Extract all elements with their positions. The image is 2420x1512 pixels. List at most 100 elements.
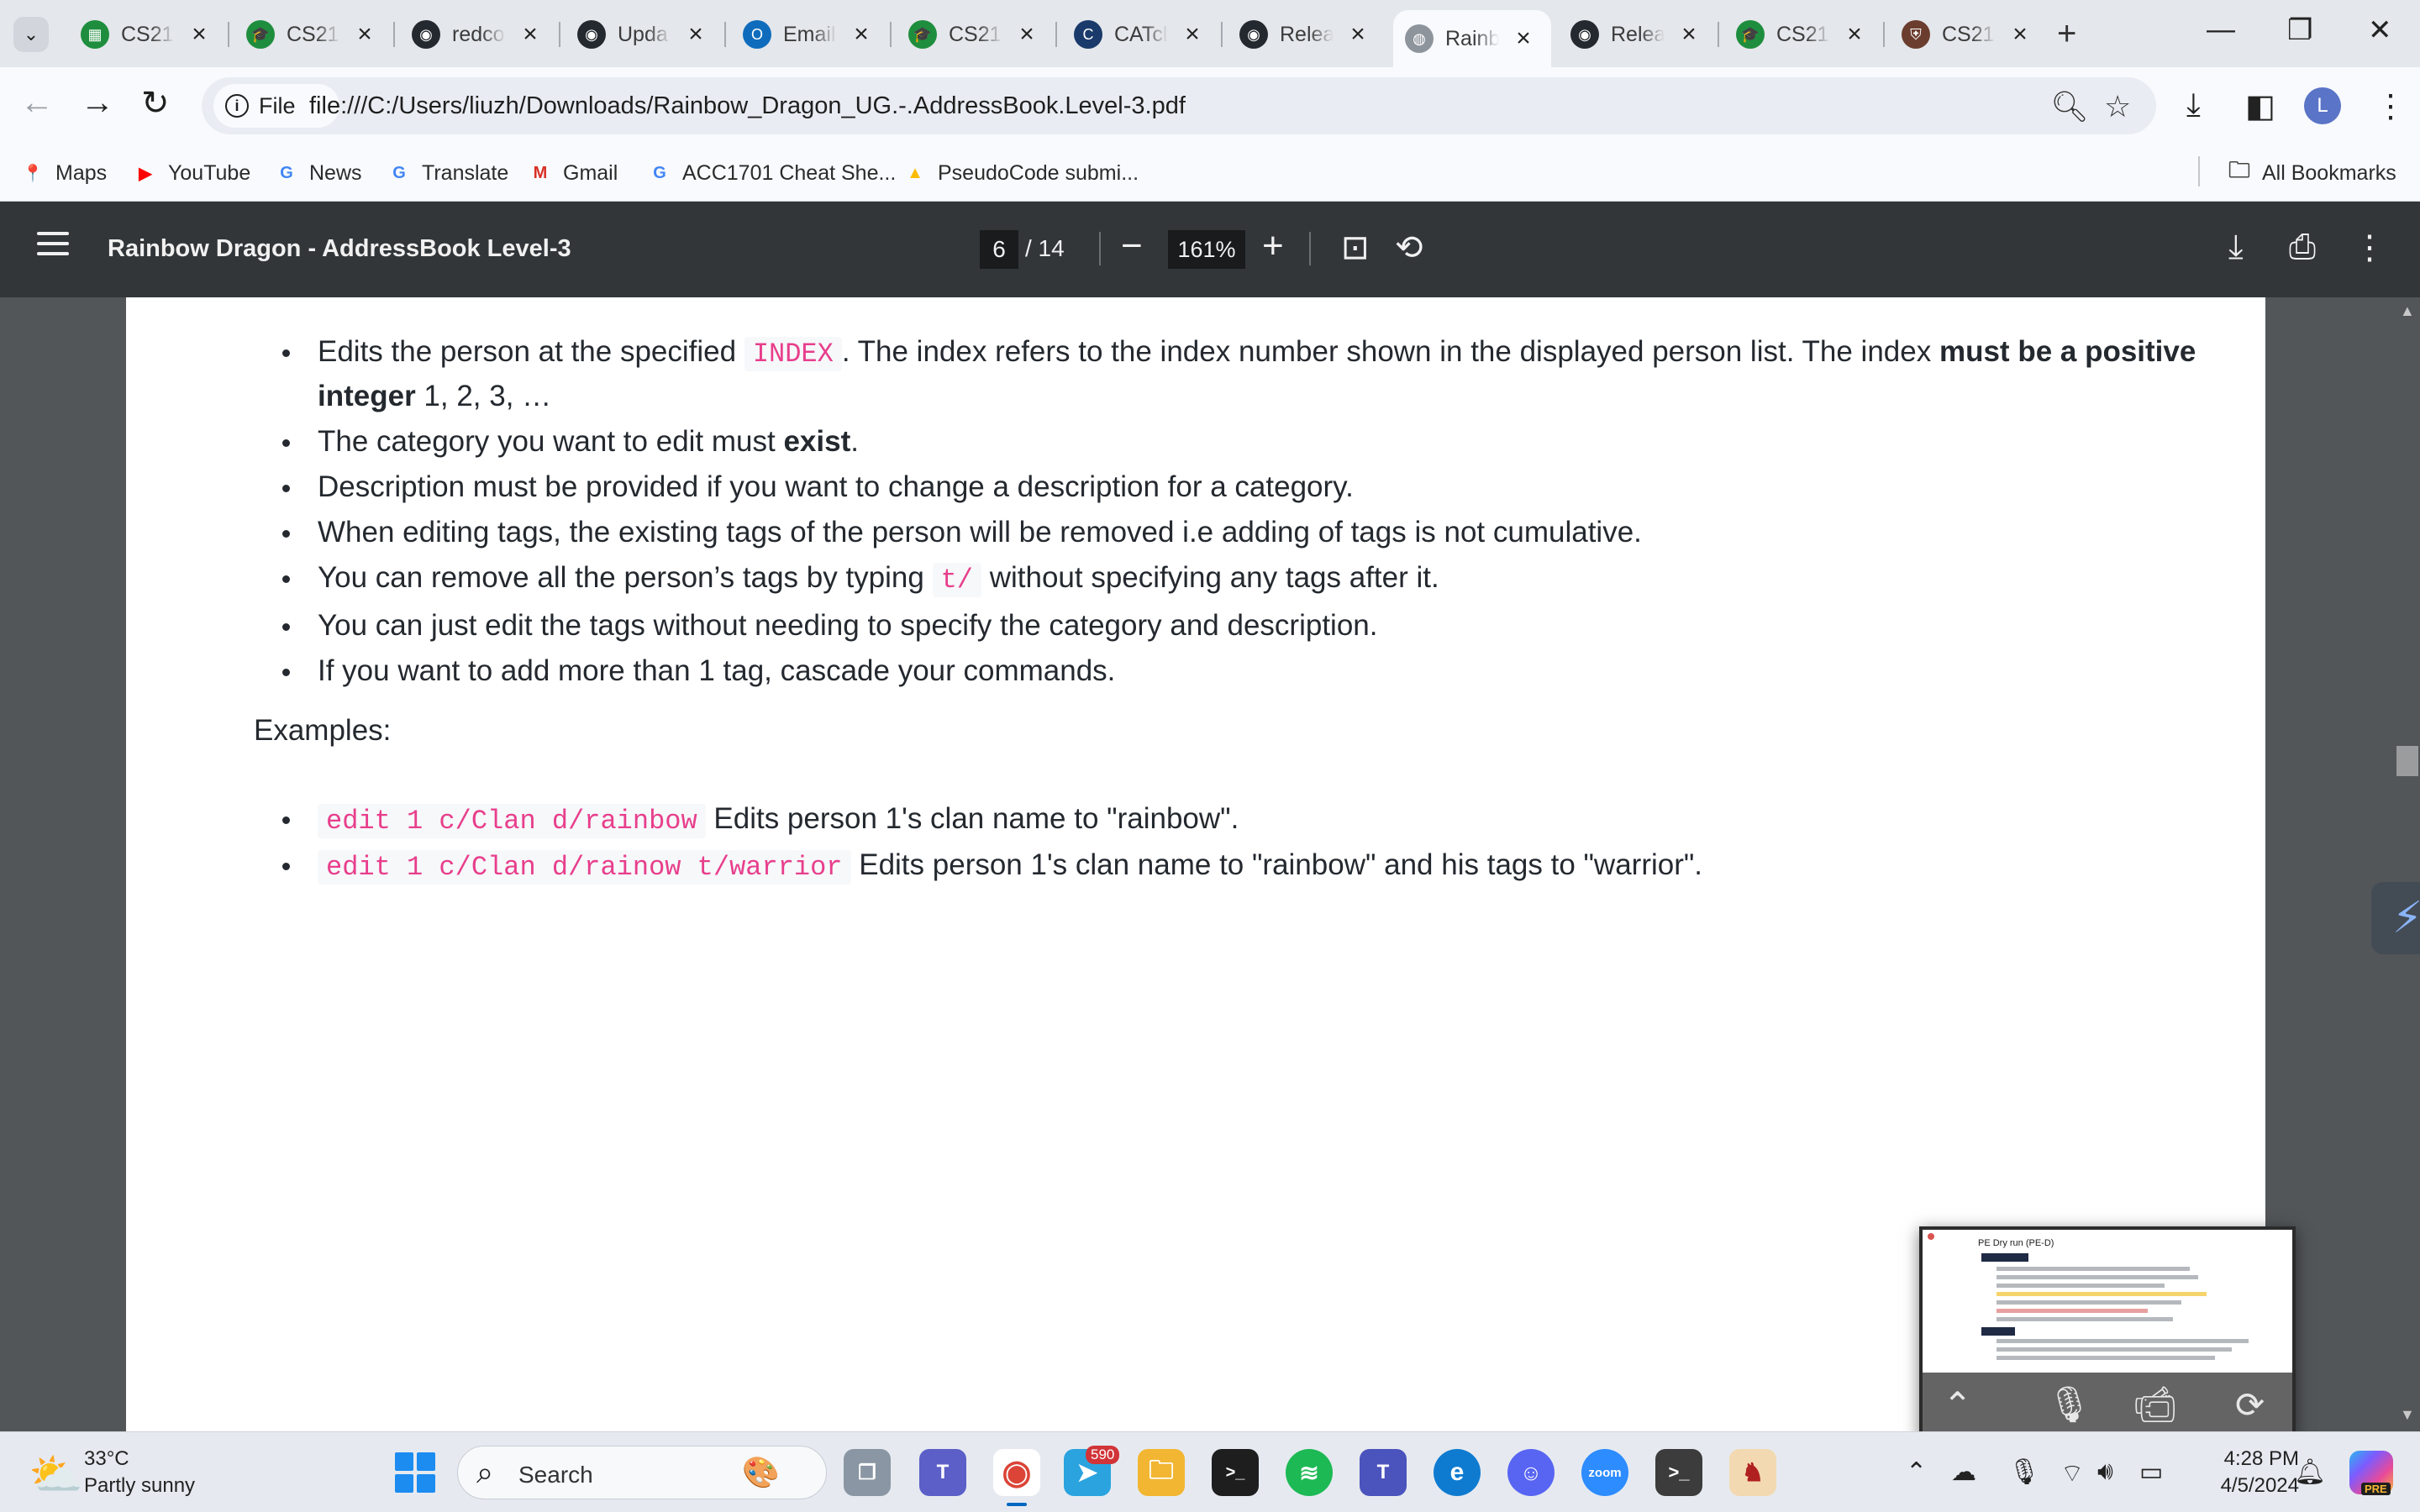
tab[interactable]: ◉ redco × <box>400 12 551 57</box>
scrollbar-thumb[interactable] <box>2396 746 2418 776</box>
side-widget-icon[interactable]: ⚡︎ <box>2371 882 2420 954</box>
spotify-icon[interactable]: ≋ <box>1286 1449 1333 1496</box>
bookmark-item[interactable]: G Translate <box>387 156 508 190</box>
back-button[interactable]: ← <box>20 84 54 122</box>
discord-icon[interactable]: ☺ <box>1507 1449 1555 1496</box>
zoom-app-icon[interactable]: zoom <box>1581 1449 1628 1496</box>
file-explorer-icon[interactable]: 🗀 <box>1138 1449 1185 1496</box>
scroll-up-arrow-icon[interactable]: ▲ <box>2400 302 2415 320</box>
tab[interactable]: ◉ Upda × <box>566 12 717 57</box>
tab[interactable]: O Email × <box>731 12 882 57</box>
rotate-icon[interactable]: ⟲ <box>1395 228 1423 267</box>
tab[interactable]: ◉ Relea × <box>1559 12 1710 57</box>
clock-time[interactable]: 4:28 PM <box>2207 1447 2299 1471</box>
minimize-button[interactable]: — <box>2207 13 2235 46</box>
teams-icon[interactable]: T <box>919 1449 966 1496</box>
task-view-icon[interactable]: ❐ <box>844 1449 891 1496</box>
tab-close-icon[interactable]: × <box>518 20 543 49</box>
browser-menu-icon[interactable]: ⋮ <box>2375 87 2407 125</box>
note-item: When editing tags, the existing tags of … <box>282 512 2250 554</box>
tab-close-icon[interactable]: × <box>2007 20 2033 49</box>
show-hidden-icons-chevron[interactable]: ⌃ <box>1906 1457 1927 1487</box>
bookmark-star-icon[interactable]: ☆ <box>2104 89 2131 124</box>
example-item: edit 1 c/Clan d/rainbow Edits person 1's… <box>282 798 2250 843</box>
address-bar[interactable]: i File file:///C:/Users/liuzh/Downloads/… <box>202 77 2156 134</box>
pdf-download-icon[interactable]: ⤓ <box>2228 228 2244 266</box>
tab-close-icon[interactable]: × <box>683 20 708 49</box>
taskbar-search[interactable]: ⌕ Search 🎨 <box>457 1446 827 1499</box>
tab-close-icon[interactable]: × <box>352 20 377 49</box>
tab-search-button[interactable]: ⌄ <box>13 17 49 52</box>
weather-condition[interactable]: Partly sunny <box>84 1474 195 1498</box>
tab[interactable]: ▦ CS21 × <box>69 12 220 57</box>
bookmark-item[interactable]: ▶ YouTube <box>133 156 250 190</box>
fit-to-page-icon[interactable]: ⊡ <box>1341 228 1370 267</box>
forward-button[interactable]: → <box>81 84 114 122</box>
zoom-in-button[interactable]: + <box>1262 225 1284 267</box>
bookmark-item[interactable]: G ACC1701 Cheat She... <box>647 156 896 190</box>
tab[interactable]: C CATcl × <box>1062 12 1213 57</box>
microphone-icon[interactable]: 🎙︎ <box>2008 1457 2040 1487</box>
tab-close-icon[interactable]: × <box>187 20 212 49</box>
volume-icon[interactable]: 🔊︎ <box>2097 1457 2113 1486</box>
tab[interactable]: 🎓 CS21 × <box>1724 12 1876 57</box>
url-text[interactable]: file:///C:/Users/liuzh/Downloads/Rainbow… <box>309 92 1186 120</box>
tab-active[interactable]: ◍ Rainb × <box>1393 10 1551 67</box>
tab-close-icon[interactable]: × <box>1014 20 1039 49</box>
profile-avatar[interactable]: L <box>2304 87 2341 124</box>
floating-meeting-window[interactable]: PE Dry run (PE-D) ⌃ 🎙︎ 📹︎ ⟳ <box>1919 1226 2296 1431</box>
bookmark-item[interactable]: G News <box>274 156 361 190</box>
bookmark-item[interactable]: ▲ PseudoCode submi... <box>902 156 1139 190</box>
bookmark-item[interactable]: M Gmail <box>528 156 618 190</box>
share-screen-icon[interactable]: ⟳ <box>2235 1384 2265 1425</box>
game-app-icon[interactable]: ♞ <box>1729 1449 1776 1496</box>
tab[interactable]: 🎓 CS21 × <box>234 12 386 57</box>
chrome-icon[interactable]: ◉ <box>993 1449 1040 1506</box>
folder-icon: 🗀 <box>2228 157 2250 182</box>
tab-close-icon[interactable]: × <box>1842 20 1867 49</box>
restore-button[interactable]: ❐ <box>2287 13 2312 47</box>
zoom-out-button[interactable]: − <box>1121 225 1143 267</box>
onedrive-icon[interactable]: ☁ <box>1951 1457 1976 1487</box>
edge-icon[interactable]: e <box>1434 1449 1481 1496</box>
tab[interactable]: 🎓 CS21 × <box>897 12 1048 57</box>
weather-sun-cloud-icon[interactable]: ⛅ <box>29 1449 83 1500</box>
bookmark-item[interactable]: 📍 Maps <box>20 156 108 190</box>
zoom-level-input[interactable]: 161% <box>1168 230 1245 269</box>
teams-work-icon[interactable]: T <box>1360 1449 1407 1496</box>
tab[interactable]: ⛨ CS21 × <box>1890 12 2041 57</box>
battery-icon[interactable]: ▭ <box>2139 1457 2163 1487</box>
zoom-icon[interactable]: 🔍︎ <box>2050 89 2089 124</box>
clock-date[interactable]: 4/5/2024 <box>2195 1474 2299 1498</box>
camera-off-icon[interactable]: 📹︎ <box>2133 1384 2177 1425</box>
weather-temperature[interactable]: 33°C <box>84 1447 129 1471</box>
tab-close-icon[interactable]: × <box>1511 24 1536 53</box>
meeting-controls: ⌃ 🎙︎ 📹︎ ⟳ <box>1923 1373 2292 1431</box>
pdf-more-options-icon[interactable]: ⋮ <box>2353 228 2386 267</box>
side-panel-icon[interactable]: ◧ <box>2245 87 2275 125</box>
tab-title: CS21 <box>287 22 339 46</box>
mic-muted-icon[interactable]: 🎙︎ <box>2047 1384 2091 1425</box>
reload-button[interactable]: ↻ <box>141 84 170 123</box>
tab-close-icon[interactable]: × <box>1180 20 1205 49</box>
terminal-icon[interactable]: >_ <box>1212 1449 1259 1496</box>
tab-close-icon[interactable]: × <box>849 20 874 49</box>
scroll-down-arrow-icon[interactable]: ▼ <box>2400 1406 2415 1424</box>
pdf-viewer[interactable]: Edits the person at the specified INDEX.… <box>0 297 2420 1431</box>
tab-close-icon[interactable]: × <box>1676 20 1702 49</box>
page-number-input[interactable]: 6 <box>980 230 1018 269</box>
print-icon[interactable]: ⎙ <box>2289 228 2316 266</box>
wifi-icon[interactable]: ⌔ <box>2060 1457 2084 1489</box>
start-button[interactable] <box>395 1452 435 1493</box>
close-window-button[interactable]: ✕ <box>2368 13 2392 47</box>
tab-close-icon[interactable]: × <box>1345 20 1370 49</box>
download-icon[interactable]: ⤓ <box>2186 87 2201 123</box>
powershell-icon[interactable]: >_ <box>1655 1449 1702 1496</box>
pdf-scrollbar[interactable]: ▲ ▼ <box>2395 297 2420 1431</box>
tab[interactable]: ◉ Relea × <box>1228 12 1379 57</box>
new-tab-button[interactable]: + <box>2057 15 2076 53</box>
expand-chevron-icon[interactable]: ⌃ <box>1943 1384 1972 1425</box>
notification-bell-icon[interactable]: 🔔︎ <box>2294 1457 2326 1487</box>
all-bookmarks-button[interactable]: 🗀 All Bookmarks <box>2227 156 2396 190</box>
pdf-sidebar-menu-icon[interactable] <box>37 232 69 262</box>
